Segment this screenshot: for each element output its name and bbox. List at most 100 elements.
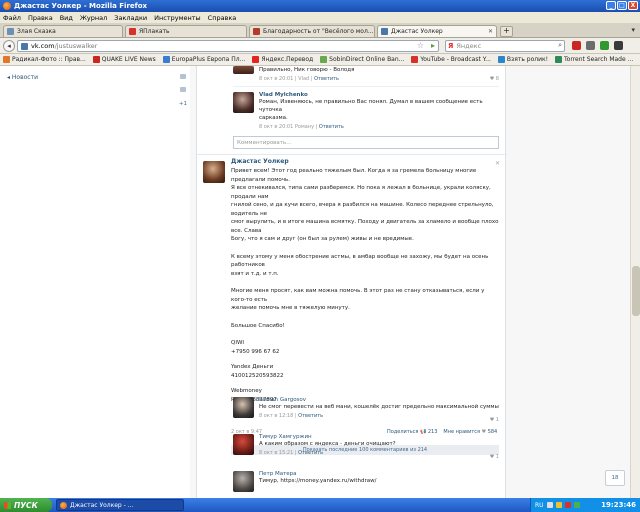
- bookmark-europaplus[interactable]: EuropaPlus Европа Пл...: [162, 56, 245, 63]
- sidebar-counter: +1: [178, 101, 187, 107]
- bookmark-favicon: [497, 56, 505, 63]
- page-scrollbar[interactable]: [630, 66, 640, 498]
- reply-link[interactable]: Ответить: [319, 124, 344, 130]
- comment-avatar[interactable]: [233, 92, 254, 113]
- bookmark-favicon: [252, 56, 260, 63]
- addon-dark-icon[interactable]: [614, 41, 623, 50]
- scrollbar-thumb[interactable]: [632, 266, 640, 316]
- comment-reply-to[interactable]: Vlad: [298, 76, 309, 82]
- comment-meta: 8 окт в 12:18 | Ответить: [259, 413, 324, 419]
- post-text-line: Многие меня просят, как вам можна помочь…: [231, 288, 485, 303]
- close-button[interactable]: X: [628, 1, 638, 10]
- minimize-button[interactable]: _: [606, 1, 616, 10]
- menu-edit[interactable]: Правка: [28, 14, 53, 22]
- system-tray: RU 19:23:46: [530, 498, 640, 512]
- comment-date[interactable]: 8 окт в 20:01: [259, 76, 293, 82]
- start-button[interactable]: ПУСК: [0, 498, 52, 512]
- tab-close-icon[interactable]: ✕: [488, 28, 493, 35]
- tray-network-icon[interactable]: [546, 502, 553, 508]
- bookmark-quake[interactable]: QUAKE LIVE News: [92, 56, 156, 63]
- bookmark-sobindirect[interactable]: SobinDirect Online Ban...: [320, 56, 404, 63]
- sidebar-mail-icon[interactable]: [180, 87, 186, 92]
- back-button[interactable]: ◂: [3, 40, 15, 52]
- tab-label: Злая Сказка: [17, 28, 56, 35]
- tab-evil-tale[interactable]: Злая Сказка: [3, 25, 123, 37]
- comment-reply-to[interactable]: Роману: [295, 124, 314, 130]
- comment-avatar[interactable]: [233, 66, 254, 74]
- comment-avatar[interactable]: [233, 397, 254, 418]
- tab-favicon: [253, 28, 260, 35]
- reply-link[interactable]: Ответить: [298, 413, 323, 419]
- bookmark-label: Радикал-Фото :: Прав...: [12, 56, 86, 63]
- comment-date[interactable]: 8 окт в 20:01: [259, 124, 293, 130]
- post-author-avatar[interactable]: [203, 161, 225, 183]
- post-text-line: смог вырулить, и в итоге машина всмятку.…: [231, 219, 499, 234]
- url-bar[interactable]: vk.com/justuswalker ☆ ▸: [17, 40, 439, 52]
- comment-like-count[interactable]: ♥ 8: [490, 76, 499, 82]
- reply-link[interactable]: Ответить: [298, 450, 323, 456]
- site-favicon: [21, 42, 28, 50]
- comment-item: Тимур Хамгуржин А каким образом с яндекс…: [259, 434, 499, 460]
- comment-date[interactable]: 8 окт в 12:18: [259, 413, 293, 419]
- comment-text: Не смог перевести на веб мани, кошелёк д…: [259, 404, 499, 410]
- tab-label: Джастас Уолкер: [391, 28, 443, 35]
- addon-gray-icon[interactable]: [586, 41, 595, 50]
- tray-antivirus-icon[interactable]: [564, 502, 571, 508]
- bookmark-favicon: [162, 56, 170, 63]
- menu-history[interactable]: Журнал: [80, 14, 107, 22]
- bookmark-yandex-translate[interactable]: Яндекс.Перевод: [252, 56, 313, 63]
- bookmarks-bar: Радикал-Фото :: Прав... QUAKE LIVE News …: [0, 54, 640, 66]
- comment-input[interactable]: Комментировать...: [233, 136, 499, 149]
- new-tab-button[interactable]: +: [500, 26, 513, 37]
- reply-link[interactable]: Ответить: [314, 76, 339, 82]
- comment-avatar[interactable]: [233, 434, 254, 455]
- tab-strip: Злая Сказка ЯПлакать Благодарность от "В…: [0, 23, 640, 38]
- search-bar[interactable]: Я Яндекс ⌕: [445, 40, 565, 52]
- search-placeholder: Яндекс: [456, 42, 482, 50]
- bookmark-favicon: [411, 56, 419, 63]
- comment-meta: 8 окт в 20:01 | Vlad | Ответить: [259, 76, 340, 82]
- taskbar: ПУСК Джастас Уолкер - ... RU 19:23:46: [0, 498, 640, 512]
- sidebar-chat-icon[interactable]: [180, 74, 186, 79]
- comment-avatar[interactable]: [233, 471, 254, 492]
- tray-app-icon[interactable]: [573, 502, 580, 508]
- bookmark-torrent-search[interactable]: Torrent Search Made ...: [555, 56, 633, 63]
- menu-view[interactable]: Вид: [60, 14, 73, 22]
- chat-button[interactable]: 18: [605, 470, 625, 486]
- comment-date[interactable]: 8 окт в 15:21: [259, 450, 293, 456]
- tab-justas-walker[interactable]: Джастас Уолкер ✕: [377, 25, 497, 37]
- tab-gratitude[interactable]: Благодарность от "Весёлого мол...: [249, 25, 375, 37]
- payment-qiwi-number: +7950 996 67 62: [231, 348, 280, 355]
- tab-label: ЯПлакать: [139, 28, 170, 35]
- taskbar-item-label: Джастас Уолкер - ...: [70, 501, 134, 509]
- left-sidebar: ◂ Новости +1: [0, 66, 190, 498]
- comment-like-count[interactable]: ♥ 1: [490, 454, 499, 460]
- taskbar-firefox-item[interactable]: Джастас Уолкер - ...: [56, 499, 184, 511]
- search-icon[interactable]: ⌕: [558, 41, 562, 50]
- comment-item: Правильно, Ник говорю - Володя 8 окт в 2…: [259, 66, 499, 82]
- download-arrow-icon[interactable]: [600, 41, 609, 50]
- menu-file[interactable]: Файл: [3, 14, 21, 22]
- windows-flag-icon: [4, 501, 11, 509]
- menu-help[interactable]: Справка: [208, 14, 237, 22]
- bookmark-star-icon[interactable]: ☆: [417, 41, 424, 50]
- menu-bookmarks[interactable]: Закладки: [114, 14, 147, 22]
- bookmark-label: Torrent Search Made ...: [564, 56, 634, 63]
- tab-yaplakal[interactable]: ЯПлакать: [125, 25, 247, 37]
- comment-text: Правильно, Ник говорю - Володя: [259, 67, 355, 73]
- comment-like-count[interactable]: ♥ 1: [490, 417, 499, 423]
- addon-red-icon[interactable]: [572, 41, 581, 50]
- bookmark-radikal[interactable]: Радикал-Фото :: Прав...: [3, 56, 86, 63]
- tray-volume-icon[interactable]: [555, 502, 562, 508]
- tab-list-chevron-icon[interactable]: ▾: [631, 26, 635, 34]
- maximize-button[interactable]: □: [617, 1, 627, 10]
- menu-tools[interactable]: Инструменты: [154, 14, 201, 22]
- bookmark-take-video[interactable]: Взять ролик!: [497, 56, 548, 63]
- post-author-name[interactable]: Джастас Уолкер: [231, 158, 499, 165]
- bookmark-youtube[interactable]: YouTube - Broadcast Y...: [411, 56, 491, 63]
- language-indicator[interactable]: RU: [535, 502, 544, 509]
- clock: 19:23:46: [601, 501, 636, 509]
- yandex-logo-icon[interactable]: Я: [448, 42, 453, 50]
- sidebar-item-news[interactable]: ◂ Новости: [7, 74, 38, 81]
- go-arrow-icon[interactable]: ▸: [431, 41, 435, 50]
